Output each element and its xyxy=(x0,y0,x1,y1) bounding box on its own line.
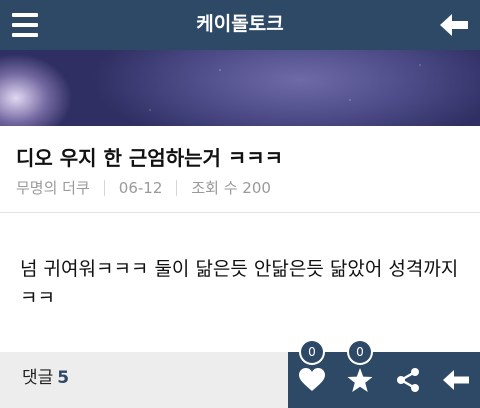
author-name[interactable]: 무명의 더쿠 xyxy=(16,178,90,198)
meta-divider xyxy=(103,180,105,196)
view-count: 조회 수 200 xyxy=(191,179,271,197)
favorite-count-badge: 0 xyxy=(349,341,371,363)
heart-icon xyxy=(299,368,325,391)
share-icon xyxy=(397,368,419,392)
top-bar: 케이돌토크 xyxy=(0,0,480,50)
like-count-badge: 0 xyxy=(301,341,323,363)
comments-label: 댓글 xyxy=(22,368,54,388)
back-arrow-icon[interactable] xyxy=(440,12,468,38)
comments-count: 5 xyxy=(57,368,70,388)
banner-image xyxy=(0,50,480,126)
meta-divider xyxy=(176,180,178,196)
page-title: 케이돌토크 xyxy=(196,13,284,35)
content-divider xyxy=(0,212,480,213)
post-meta: 무명의 더쿠 06-12 조회 수 200 xyxy=(16,178,271,198)
back-arrow-icon xyxy=(443,370,469,390)
comments-link[interactable]: 댓글 5 xyxy=(22,366,69,390)
post-title: 디오 우지 한 근엄하는거 ㅋㅋㅋ xyxy=(16,146,284,170)
star-icon xyxy=(347,367,373,392)
post-body: 넘 귀여워ㅋㅋㅋ 둘이 닮은듯 안닮은듯 닮았어 성격까지 ㅋㅋ xyxy=(20,258,459,309)
share-button[interactable] xyxy=(384,352,432,408)
post-date: 06-12 xyxy=(118,179,163,197)
back-button[interactable] xyxy=(432,352,480,408)
